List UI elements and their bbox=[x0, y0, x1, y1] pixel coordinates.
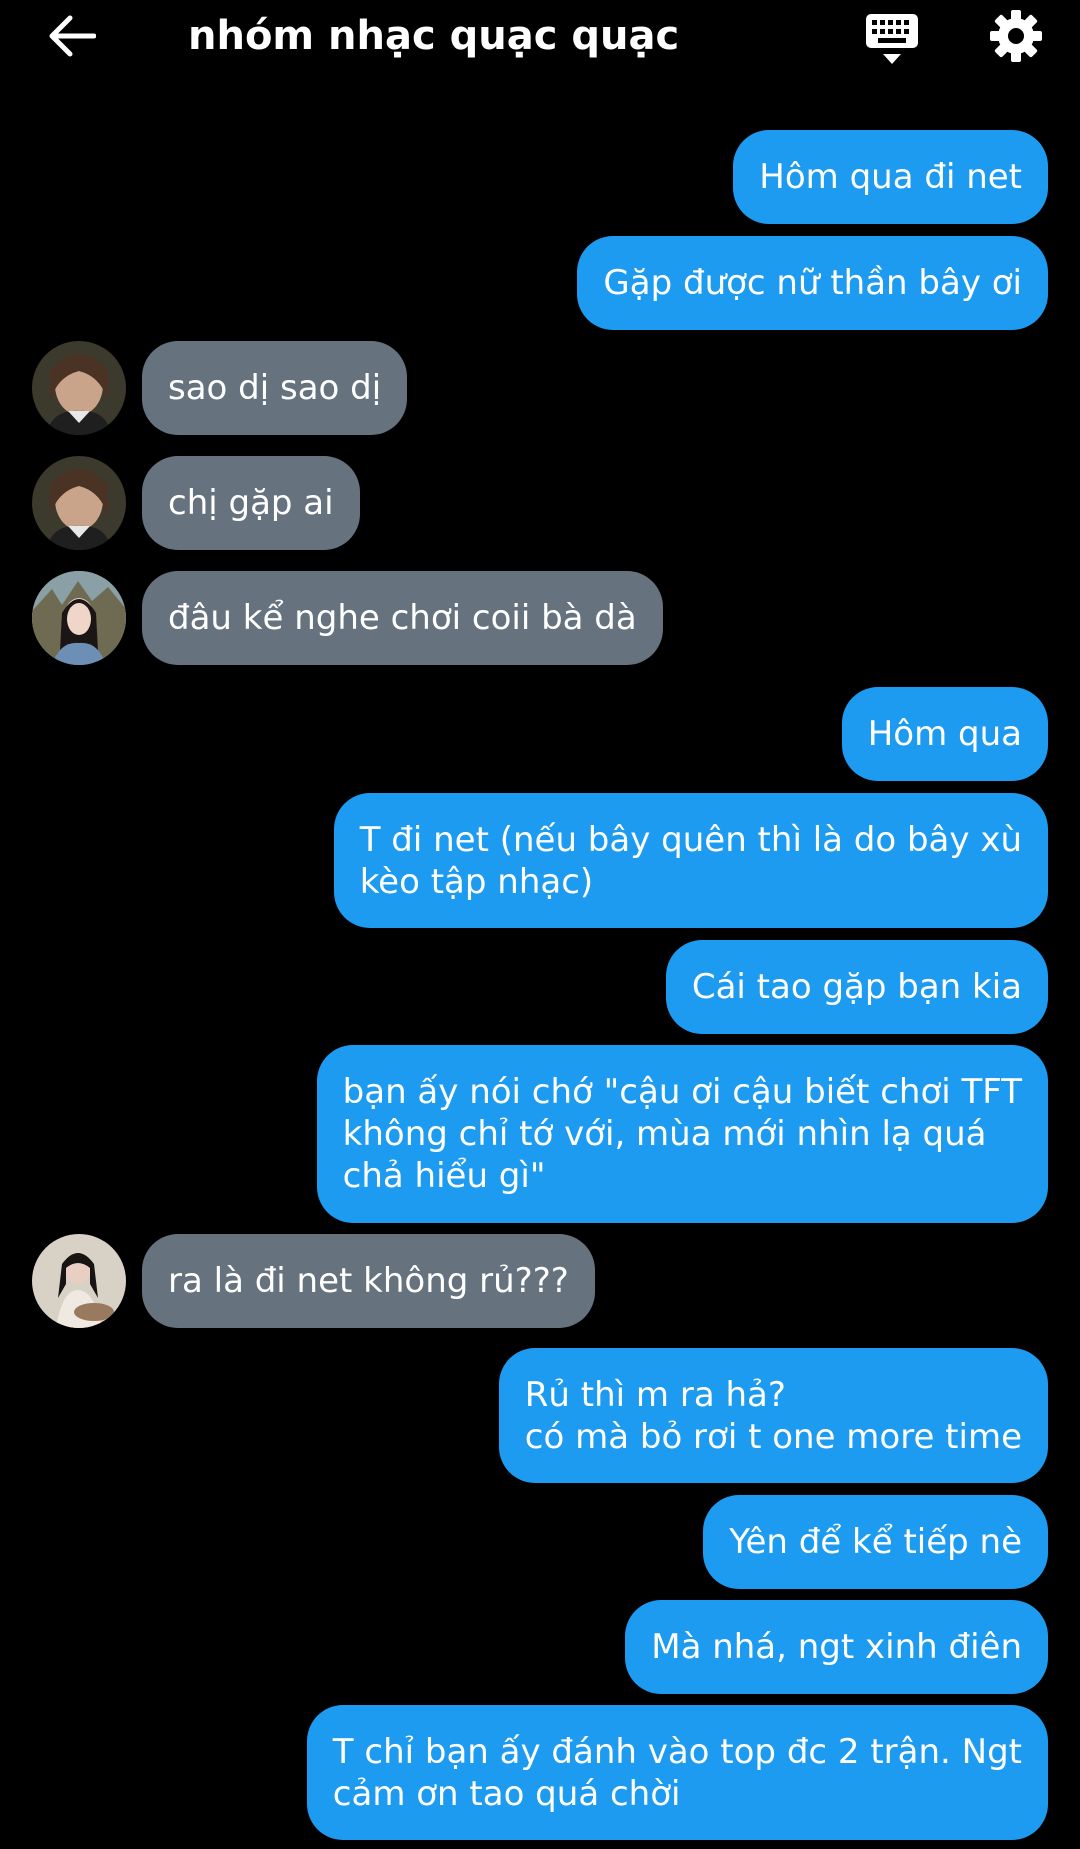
message-bubble-outgoing[interactable]: Cái tao gặp bạn kia bbox=[665, 940, 1048, 1034]
avatar[interactable] bbox=[32, 571, 126, 665]
avatar-image bbox=[32, 1234, 126, 1328]
message-bubble-outgoing[interactable]: Yên để kể tiếp nè bbox=[703, 1495, 1048, 1589]
message-bubble-outgoing[interactable]: Hôm qua bbox=[841, 687, 1048, 781]
keyboard-icon bbox=[866, 14, 918, 64]
message-bubble-incoming[interactable]: chị gặp ai bbox=[142, 456, 360, 550]
message-bubble-outgoing[interactable]: T chỉ bạn ấy đánh vào top đc 2 trận. Ngt… bbox=[306, 1705, 1048, 1840]
chat-title: nhóm nhạc quạc quạc bbox=[188, 13, 680, 59]
message-bubble-outgoing[interactable]: bạn ấy nói chớ "cậu ơi cậu biết chơi TFT… bbox=[316, 1045, 1048, 1223]
back-button[interactable] bbox=[44, 10, 100, 62]
message-bubble-incoming[interactable]: sao dị sao dị bbox=[142, 341, 408, 435]
message-bubble-outgoing[interactable]: Rủ thì m ra hả? có mà bỏ rơi t one more … bbox=[498, 1348, 1048, 1483]
message-bubble-outgoing[interactable]: Hôm qua đi net bbox=[733, 130, 1048, 224]
avatar[interactable] bbox=[32, 341, 126, 435]
avatar-image bbox=[32, 456, 126, 550]
avatar-image bbox=[32, 571, 126, 665]
chat-header: nhóm nhạc quạc quạc bbox=[0, 0, 1080, 72]
keyboard-button[interactable] bbox=[862, 8, 922, 68]
settings-button[interactable] bbox=[986, 6, 1046, 66]
message-bubble-incoming[interactable]: đâu kể nghe chơi coii bà dà bbox=[142, 571, 663, 665]
message-bubble-outgoing[interactable]: Gặp được nữ thần bây ơi bbox=[577, 236, 1048, 330]
gear-icon bbox=[990, 10, 1042, 62]
avatar[interactable] bbox=[32, 456, 126, 550]
avatar[interactable] bbox=[32, 1234, 126, 1328]
message-bubble-outgoing[interactable]: T đi net (nếu bây quên thì là do bây xù … bbox=[333, 793, 1048, 928]
message-bubble-incoming[interactable]: ra là đi net không rủ??? bbox=[142, 1234, 595, 1328]
message-bubble-outgoing[interactable]: Mà nhá, ngt xinh điên bbox=[625, 1600, 1048, 1694]
arrow-left-icon bbox=[49, 15, 96, 57]
avatar-image bbox=[32, 341, 126, 435]
